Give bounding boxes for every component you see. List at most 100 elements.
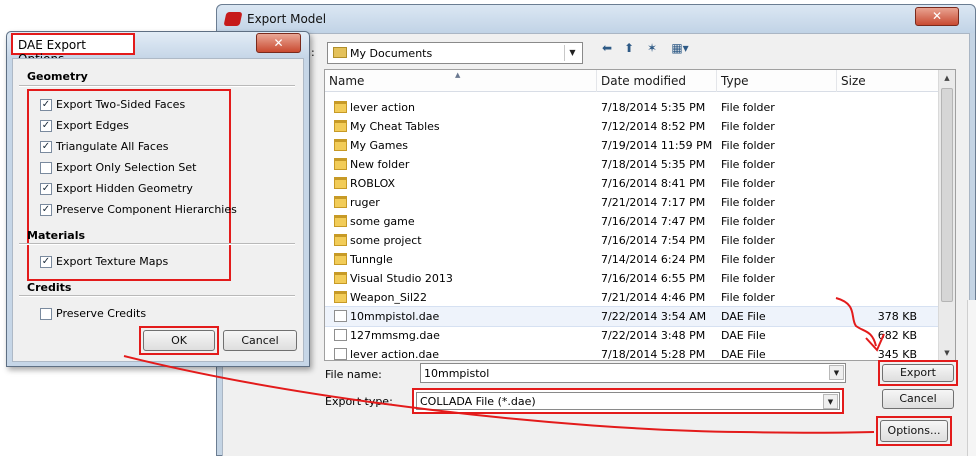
- file-row[interactable]: lever action 7/18/2014 5:35 PM File folder: [325, 98, 939, 117]
- file-row[interactable]: Weapon_Sil22 7/21/2014 4:46 PM File folder: [325, 288, 939, 307]
- dae-titlebar[interactable]: DAE Export Options ✕: [7, 32, 309, 66]
- checkbox-unchecked[interactable]: [40, 162, 52, 174]
- file-name-cell: 127mmsmg.dae: [350, 329, 440, 342]
- checkbox-checked[interactable]: ✓: [40, 141, 52, 153]
- options-button[interactable]: Options...: [880, 420, 948, 442]
- file-name-value: 10mmpistol: [424, 367, 490, 380]
- scroll-down-icon[interactable]: ▼: [939, 345, 955, 360]
- file-row[interactable]: Tunngle 7/14/2014 6:24 PM File folder: [325, 250, 939, 269]
- dae-close-button[interactable]: ✕: [256, 33, 301, 53]
- export-button[interactable]: Export: [882, 364, 954, 382]
- folder-icon: [333, 47, 347, 58]
- checkbox-unchecked[interactable]: [40, 308, 52, 320]
- desktop-edge: [967, 300, 976, 456]
- folder-icon: [334, 177, 347, 189]
- file-row[interactable]: some game 7/16/2014 7:47 PM File folder: [325, 212, 939, 231]
- file-name-cell: My Cheat Tables: [350, 120, 440, 133]
- file-row[interactable]: ROBLOX 7/16/2014 8:41 PM File folder: [325, 174, 939, 193]
- checkbox-checked[interactable]: ✓: [40, 120, 52, 132]
- file-date-cell: 7/14/2014 6:24 PM: [601, 253, 706, 266]
- section-credits: Credits: [27, 281, 72, 294]
- folder-icon: [334, 291, 347, 303]
- scroll-up-icon[interactable]: ▲: [939, 70, 955, 86]
- folder-icon: [334, 196, 347, 208]
- dae-client-area: Geometry ✓ Export Two-Sided Faces ✓ Export …: [12, 58, 304, 362]
- views-menu-icon[interactable]: ▦▾: [667, 40, 693, 56]
- file-row[interactable]: 10mmpistol.dae 7/22/2014 3:54 AM DAE File 3…: [325, 306, 940, 327]
- column-header-name[interactable]: Name: [325, 70, 597, 92]
- file-date-cell: 7/18/2014 5:35 PM: [601, 101, 706, 114]
- look-in-value: My Documents: [350, 47, 433, 60]
- dae-cancel-button[interactable]: Cancel: [223, 330, 297, 351]
- file-date-cell: 7/16/2014 7:54 PM: [601, 234, 706, 247]
- file-type-cell: File folder: [721, 158, 775, 171]
- file-name-cell: ruger: [350, 196, 380, 209]
- section-geometry: Geometry: [27, 70, 88, 83]
- checkbox-label: Export Edges: [56, 119, 129, 132]
- column-header-date[interactable]: Date modified: [597, 70, 717, 92]
- file-list[interactable]: Name ▲ Date modified Type Size lever act…: [324, 69, 956, 361]
- checkbox-label: Export Only Selection Set: [56, 161, 197, 174]
- file-date-cell: 7/16/2014 6:55 PM: [601, 272, 706, 285]
- file-row[interactable]: Visual Studio 2013 7/16/2014 6:55 PM File …: [325, 269, 939, 288]
- look-in-dropdown[interactable]: My Documents ▼: [327, 42, 583, 64]
- checkbox-label: Export Texture Maps: [56, 255, 169, 268]
- export-titlebar[interactable]: Export Model ✕: [217, 5, 975, 33]
- file-date-cell: 7/18/2014 5:35 PM: [601, 158, 706, 171]
- export-type-dropdown[interactable]: COLLADA File (*.dae) ▼: [412, 388, 844, 414]
- cancel-button[interactable]: Cancel: [882, 389, 954, 409]
- file-type-cell: DAE File: [721, 348, 766, 361]
- file-row[interactable]: My Cheat Tables 7/12/2014 8:52 PM File fol…: [325, 117, 939, 136]
- file-icon: [334, 329, 347, 341]
- vertical-scrollbar[interactable]: ▲ ▼: [938, 70, 955, 360]
- file-type-cell: File folder: [721, 291, 775, 304]
- chevron-down-icon[interactable]: ▼: [829, 365, 844, 380]
- file-type-cell: File folder: [721, 196, 775, 209]
- file-name-cell: some game: [350, 215, 415, 228]
- chevron-down-icon[interactable]: ▼: [823, 394, 838, 409]
- up-folder-icon[interactable]: ⬆: [620, 40, 638, 56]
- checkbox-checked[interactable]: ✓: [40, 183, 52, 195]
- file-list-rows: lever action 7/18/2014 5:35 PM File folder…: [325, 98, 940, 361]
- export-close-button[interactable]: ✕: [915, 7, 959, 26]
- file-row[interactable]: some project 7/16/2014 7:54 PM File folder: [325, 231, 939, 250]
- file-name-input[interactable]: 10mmpistol ▼: [420, 363, 846, 383]
- dae-title-highlight: DAE Export Options: [11, 33, 135, 66]
- file-row[interactable]: New folder 7/18/2014 5:35 PM File folder: [325, 155, 939, 174]
- file-icon: [334, 348, 347, 360]
- file-name-cell: My Games: [350, 139, 408, 152]
- chevron-down-icon[interactable]: ▼: [564, 45, 580, 61]
- file-row[interactable]: 127mmsmg.dae 7/22/2014 3:48 PM DAE File 682…: [325, 326, 939, 345]
- file-row[interactable]: ruger 7/21/2014 7:17 PM File folder: [325, 193, 939, 212]
- checkbox-checked[interactable]: ✓: [40, 256, 52, 268]
- column-header-type[interactable]: Type: [717, 70, 837, 92]
- materials-divider: [19, 243, 295, 245]
- file-name-cell: lever action.dae: [350, 348, 439, 361]
- file-row[interactable]: My Games 7/19/2014 11:59 PM File folder: [325, 136, 939, 155]
- file-type-cell: File folder: [721, 215, 775, 228]
- file-name-cell: some project: [350, 234, 422, 247]
- file-type-cell: File folder: [721, 234, 775, 247]
- column-header-size[interactable]: Size: [837, 70, 939, 92]
- file-size-cell: 378 KB: [877, 310, 917, 323]
- new-folder-icon[interactable]: ✶: [643, 40, 661, 56]
- checkbox-checked[interactable]: ✓: [40, 204, 52, 216]
- checkbox-checked[interactable]: ✓: [40, 99, 52, 111]
- file-row[interactable]: lever action.dae 7/18/2014 5:28 PM DAE Fil…: [325, 345, 939, 361]
- export-type-value: COLLADA File (*.dae): [420, 395, 536, 408]
- file-name-cell: ROBLOX: [350, 177, 396, 190]
- file-type-cell: File folder: [721, 253, 775, 266]
- file-name-cell: lever action: [350, 101, 415, 114]
- ok-button[interactable]: OK: [143, 330, 215, 351]
- file-date-cell: 7/19/2014 11:59 PM: [601, 139, 713, 152]
- file-date-cell: 7/22/2014 3:48 PM: [601, 329, 706, 342]
- file-name-cell: 10mmpistol.dae: [350, 310, 440, 323]
- file-date-cell: 7/18/2014 5:28 PM: [601, 348, 706, 361]
- scroll-thumb[interactable]: [941, 88, 953, 302]
- file-type-cell: File folder: [721, 139, 775, 152]
- back-arrow-icon[interactable]: ⬅: [598, 40, 616, 56]
- desktop: Export Model ✕ n: My Documents ▼ ⬅ ⬆ ✶ ▦…: [0, 0, 976, 456]
- folder-icon: [334, 120, 347, 132]
- export-type-field: COLLADA File (*.dae) ▼: [416, 392, 840, 410]
- file-date-cell: 7/21/2014 7:17 PM: [601, 196, 706, 209]
